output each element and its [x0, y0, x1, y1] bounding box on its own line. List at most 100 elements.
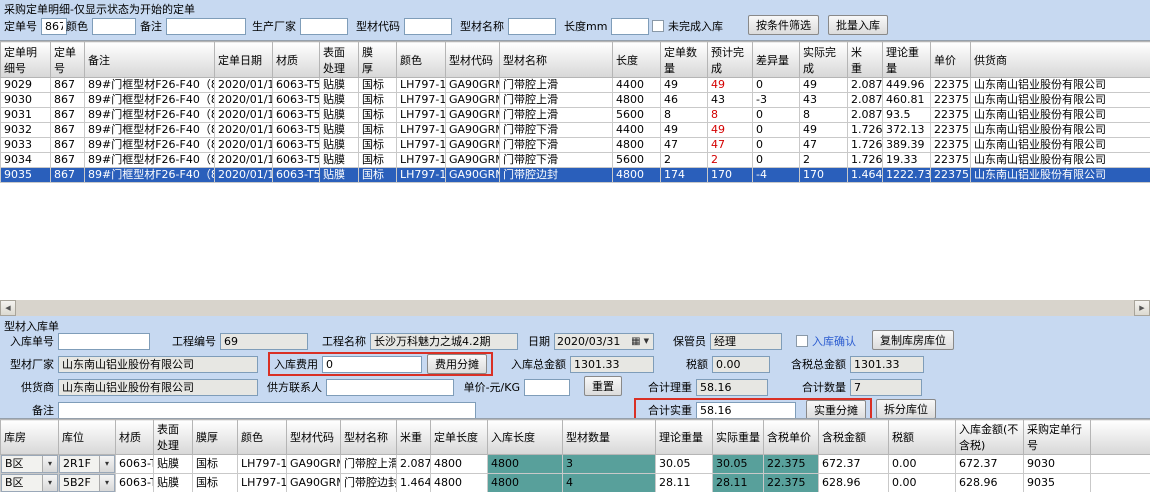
column-header[interactable]: 备注 [85, 42, 215, 78]
column-header[interactable]: 型材名称 [500, 42, 613, 78]
length-filter-input[interactable] [611, 18, 649, 35]
calendar-icon[interactable]: ▦ [630, 336, 641, 347]
column-header[interactable]: 单价 [931, 42, 971, 78]
cell: 8 [800, 108, 848, 123]
total-theoretical-weight-input[interactable] [696, 379, 768, 396]
dropdown-icon[interactable]: ▾ [99, 456, 114, 472]
filter-by-condition-button[interactable]: 按条件筛选 [748, 15, 819, 35]
remark-input[interactable] [58, 402, 476, 419]
column-header[interactable]: 实际重量 [713, 420, 764, 455]
profile-code-filter-input[interactable] [404, 18, 452, 35]
column-header[interactable]: 入库金额(不 含税) [956, 420, 1024, 455]
column-header[interactable]: 型材名称 [341, 420, 397, 455]
column-header[interactable]: 定单明 细号 [1, 42, 51, 78]
column-header[interactable] [1091, 420, 1150, 455]
cell: 5600 [613, 108, 661, 123]
scroll-left-icon[interactable]: ◀ [0, 300, 16, 316]
table-row[interactable]: 903286789#门框型材F26-F40（866+867）2020/01/13… [1, 123, 1150, 138]
profile-name-filter-input[interactable] [508, 18, 556, 35]
column-header[interactable]: 采购定单行 号 [1024, 420, 1091, 455]
fee-allocate-button[interactable]: 费用分摊 [427, 354, 487, 374]
column-header[interactable]: 型材代码 [446, 42, 500, 78]
copy-location-button[interactable]: 复制库房库位 [872, 330, 954, 350]
calendar-dropdown-icon[interactable]: ▼ [642, 337, 651, 345]
supplier-input[interactable] [58, 379, 258, 396]
column-header[interactable]: 定单 号 [51, 42, 85, 78]
inbound-confirm-checkbox[interactable] [796, 335, 808, 347]
cell: 22375 [931, 78, 971, 93]
column-header[interactable]: 颜色 [397, 42, 446, 78]
tax-label: 税额 [684, 356, 712, 372]
column-header[interactable]: 材质 [116, 420, 154, 455]
column-header[interactable]: 实际完 成 [800, 42, 848, 78]
column-header[interactable]: 膜 厚 [359, 42, 397, 78]
inbound-fee-input[interactable] [322, 356, 422, 373]
table-row[interactable]: 903186789#门框型材F26-F40（866+867）2020/01/13… [1, 108, 1150, 123]
project-name-input[interactable] [370, 333, 518, 350]
supplier-contact-input[interactable] [326, 379, 454, 396]
column-header[interactable]: 颜色 [238, 420, 287, 455]
column-header[interactable]: 库位 [59, 420, 116, 455]
tax-input[interactable] [712, 356, 770, 373]
column-header[interactable]: 型材数量 [563, 420, 656, 455]
table-row[interactable]: 903586789#门框型材F26-F40（866+867）2020/01/13… [1, 168, 1150, 183]
column-header[interactable]: 米 重 [848, 42, 883, 78]
cell: 22375 [931, 168, 971, 183]
total-with-tax-input[interactable] [850, 356, 924, 373]
keeper-input[interactable] [710, 333, 782, 350]
column-header[interactable]: 供货商 [971, 42, 1150, 78]
total-actual-weight-input[interactable] [696, 402, 796, 419]
split-location-button[interactable]: 拆分库位 [876, 399, 936, 419]
column-header[interactable]: 税额 [889, 420, 956, 455]
batch-inbound-button[interactable]: 批量入库 [828, 15, 888, 35]
date-picker[interactable]: 2020/03/31 ▦ ▼ [554, 333, 654, 350]
actual-weight-allocate-button[interactable]: 实重分摊 [806, 400, 866, 420]
column-header[interactable]: 定单日期 [215, 42, 273, 78]
table-row[interactable]: B区▾5B2F▾6063-T5贴膜国标LH797-1LL0GA90GRM05门带… [1, 474, 1150, 492]
total-amount-input[interactable] [570, 356, 654, 373]
project-no-input[interactable] [220, 333, 308, 350]
dropdown-icon[interactable]: ▾ [42, 475, 57, 491]
reset-button[interactable]: 重置 [584, 376, 622, 396]
color-filter-input[interactable] [92, 18, 136, 35]
table-row[interactable]: 903486789#门框型材F26-F40（866+867）2020/01/13… [1, 153, 1150, 168]
total-quantity-input[interactable] [850, 379, 922, 396]
column-header[interactable]: 含税单价 [764, 420, 819, 455]
manufacturer-filter-input[interactable] [300, 18, 348, 35]
column-header[interactable]: 膜厚 [193, 420, 238, 455]
scroll-right-icon[interactable]: ▶ [1134, 300, 1150, 316]
cell: 6063-T5 [273, 168, 320, 183]
column-header[interactable]: 差异量 [753, 42, 800, 78]
dropdown-icon[interactable]: ▾ [42, 456, 57, 472]
unit-price-input[interactable] [524, 379, 570, 396]
cell: 国标 [359, 108, 397, 123]
remark-filter-input[interactable] [166, 18, 246, 35]
column-header[interactable]: 库房 [1, 420, 59, 455]
order-no-input[interactable] [41, 18, 67, 35]
column-header[interactable]: 表面 处理 [154, 420, 193, 455]
column-header[interactable]: 长度 [613, 42, 661, 78]
unfinished-checkbox[interactable] [652, 20, 664, 32]
column-header[interactable]: 理论重量 [656, 420, 713, 455]
column-header[interactable]: 材质 [273, 42, 320, 78]
column-header[interactable]: 含税金额 [819, 420, 889, 455]
scrollbar-track[interactable] [16, 300, 1134, 316]
column-header[interactable]: 表面 处理 [320, 42, 359, 78]
cell: 2020/01/13 [215, 138, 273, 153]
dropdown-icon[interactable]: ▾ [99, 475, 114, 491]
order-grid-hscrollbar[interactable]: ◀ ▶ [0, 300, 1150, 316]
column-header[interactable]: 型材代码 [287, 420, 341, 455]
column-header[interactable]: 米重 [397, 420, 431, 455]
table-row[interactable]: 902986789#门框型材F26-F40（866+867）2020/01/13… [1, 78, 1150, 93]
cell: 867 [51, 93, 85, 108]
column-header[interactable]: 预计完 成 [708, 42, 753, 78]
column-header[interactable]: 入库长度 [488, 420, 563, 455]
table-row[interactable]: 903086789#门框型材F26-F40（866+867）2020/01/13… [1, 93, 1150, 108]
column-header[interactable]: 理论重 量 [883, 42, 931, 78]
manufacturer-input[interactable] [58, 356, 258, 373]
receipt-no-input[interactable] [58, 333, 150, 350]
column-header[interactable]: 定单数 量 [661, 42, 708, 78]
table-row[interactable]: 903386789#门框型材F26-F40（866+867）2020/01/13… [1, 138, 1150, 153]
column-header[interactable]: 定单长度 [431, 420, 488, 455]
table-row[interactable]: B区▾2R1F▾6063-T5贴膜国标LH797-1LL0GA90GRM03门带… [1, 455, 1150, 474]
